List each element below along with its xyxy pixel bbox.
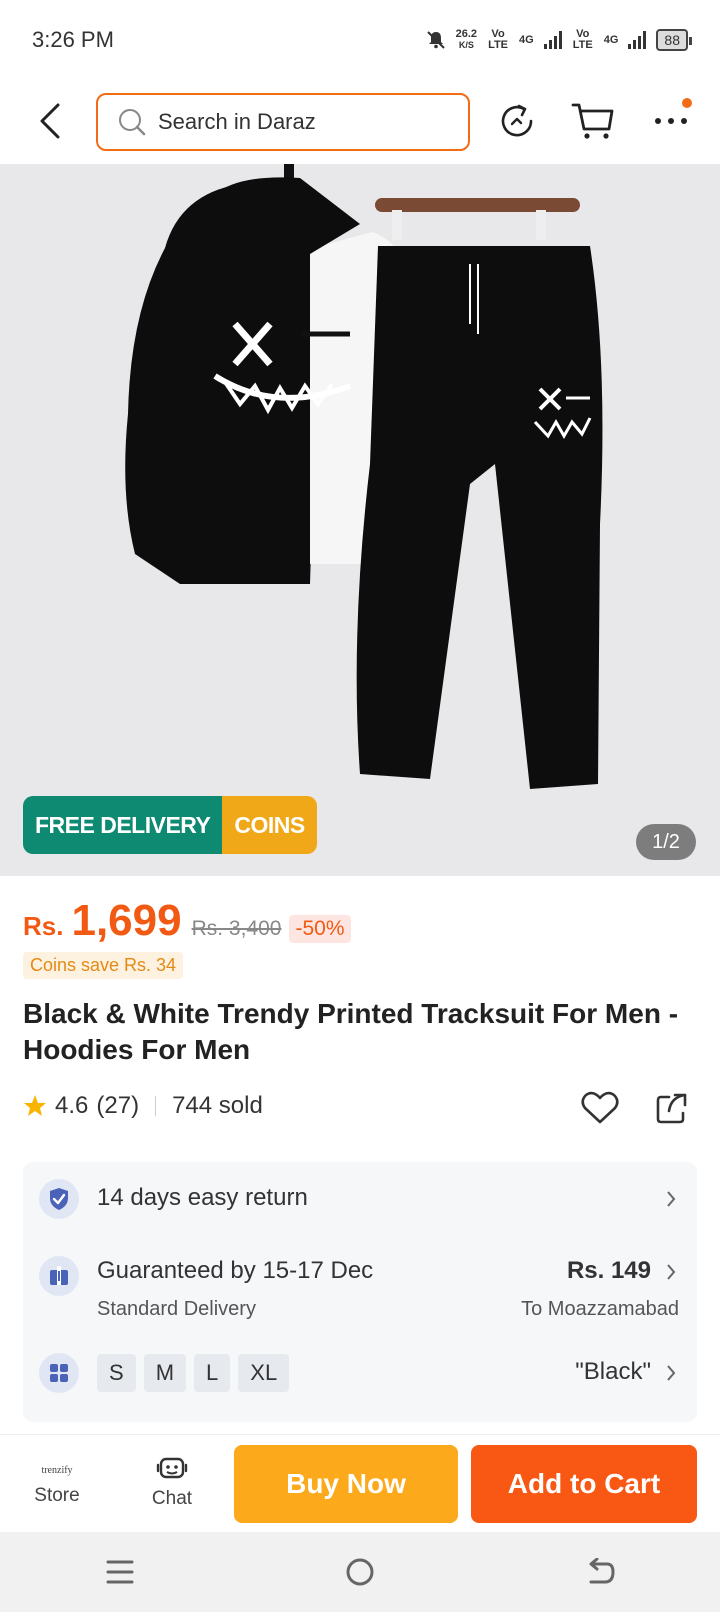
status-icons: 26.2 K/S Vo LTE 4G Vo LTE 4G 88 — [426, 28, 692, 51]
cart-button[interactable] — [570, 98, 616, 144]
store-logo: trenzify — [41, 1464, 73, 1476]
grid-icon — [50, 1364, 68, 1382]
original-price: Rs. 3,400 — [191, 917, 282, 940]
signal-1-icon — [543, 31, 562, 49]
cart-icon — [571, 103, 614, 139]
bottom-action-bar: trenzify Store Chat Buy Now Add to Cart — [0, 1434, 720, 1532]
image-counter: 1/2 — [636, 824, 696, 860]
search-placeholder: Search in Daraz — [158, 109, 316, 134]
home-button[interactable] — [330, 1542, 390, 1602]
review-count: (27) — [96, 1092, 140, 1119]
shield-check-icon — [50, 1188, 68, 1210]
system-nav-bar — [0, 1532, 720, 1612]
return-text: 14 days easy return — [97, 1184, 308, 1211]
menu-icon — [106, 1560, 134, 1584]
chat-button[interactable]: Chat — [127, 1443, 217, 1523]
return-icon-circle — [39, 1179, 79, 1219]
selected-color: "Black" — [575, 1358, 651, 1385]
chevron-right-icon — [663, 1361, 679, 1385]
net-speed-value: 26.2 — [455, 28, 478, 40]
store-button[interactable]: trenzify Store — [12, 1443, 102, 1523]
size-option-xl[interactable]: XL — [238, 1354, 290, 1392]
refresh-button[interactable] — [494, 98, 540, 144]
size-options: S M L XL — [97, 1354, 290, 1392]
product-title: Black & White Trendy Printed Tracksuit F… — [23, 998, 679, 1065]
size-option-s[interactable]: S — [97, 1354, 136, 1392]
delivery-icon-circle — [39, 1256, 79, 1296]
share-icon — [656, 1093, 687, 1124]
coins-save-badge: Coins save Rs. 34 — [23, 952, 184, 979]
share-button[interactable] — [650, 1086, 694, 1130]
rating-value: 4.6 — [55, 1092, 89, 1119]
divider — [155, 1096, 157, 1116]
back-nav-icon — [589, 1558, 615, 1584]
delivery-method: Standard Delivery — [97, 1298, 256, 1320]
delivery-row[interactable]: Guaranteed by 15-17 Dec Standard Deliver… — [23, 1236, 697, 1336]
net-4g-1: 4G — [519, 34, 534, 46]
coins-badge: COINS — [222, 796, 317, 854]
signal-2-icon — [628, 31, 647, 49]
net-speed-unit: K/S — [458, 40, 474, 50]
search-input[interactable]: Search in Daraz — [96, 93, 470, 151]
home-circle-icon — [346, 1558, 374, 1586]
delivery-location: To Moazzamabad — [521, 1298, 679, 1320]
notification-dot — [682, 98, 692, 108]
size-option-m[interactable]: M — [143, 1354, 187, 1392]
recent-apps-button[interactable] — [90, 1542, 150, 1602]
back-button[interactable] — [30, 98, 70, 144]
star-icon — [24, 1095, 46, 1116]
rating-row[interactable]: 4.6 (27) 744 sold — [23, 1092, 263, 1120]
net-speed: 26.2 K/S — [456, 29, 477, 51]
sold-count: 744 sold — [172, 1092, 263, 1119]
store-label: Store — [34, 1485, 80, 1506]
chevron-right-icon — [663, 1260, 679, 1284]
back-nav-button[interactable] — [570, 1542, 630, 1602]
more-icon — [655, 118, 687, 124]
add-to-cart-button[interactable]: Add to Cart — [471, 1445, 697, 1523]
delivery-fee: Rs. 149 — [566, 1257, 651, 1284]
package-icon — [50, 1266, 68, 1285]
price-currency: Rs. — [23, 911, 64, 941]
discount-badge: -50% — [289, 915, 351, 943]
more-button[interactable] — [648, 98, 694, 144]
delivery-text: Guaranteed by 15-17 Dec — [97, 1257, 374, 1284]
battery-indicator: 88 — [656, 29, 692, 51]
status-time: 3:26 PM — [32, 27, 114, 52]
back-arrow-icon — [40, 103, 60, 139]
mute-bell-icon — [426, 31, 445, 49]
heart-icon — [581, 1091, 619, 1124]
return-policy-row[interactable]: 14 days easy return — [23, 1162, 697, 1236]
variant-icon-circle — [39, 1353, 79, 1393]
product-image[interactable] — [0, 164, 720, 876]
buy-now-button[interactable]: Buy Now — [234, 1445, 458, 1523]
chat-label: Chat — [151, 1488, 193, 1509]
price-value: 1,699 — [71, 896, 182, 945]
search-icon — [119, 109, 146, 136]
chat-icon — [156, 1457, 188, 1479]
refresh-icon — [501, 104, 533, 137]
tracksuit-illustration — [125, 164, 603, 789]
service-info-card: 14 days easy return Guaranteed by 15-17 … — [23, 1162, 697, 1422]
volte-2: Vo LTE — [572, 28, 593, 51]
status-bar: 3:26 PM 26.2 K/S Vo LTE 4G Vo LTE 4G 88 — [0, 0, 720, 80]
promo-badge: FREE DELIVERY COINS — [23, 796, 317, 854]
volte-1: Vo LTE — [488, 28, 509, 51]
size-option-l[interactable]: L — [194, 1354, 231, 1392]
variant-row[interactable]: S M L XL "Black" — [23, 1336, 697, 1410]
wishlist-button[interactable] — [578, 1086, 622, 1130]
free-delivery-badge: FREE DELIVERY — [23, 796, 223, 854]
net-4g-2: 4G — [603, 34, 619, 46]
top-header: Search in Daraz — [0, 80, 720, 164]
price-row: Rs. 1,699 Rs. 3,400 -50% — [23, 896, 351, 946]
chevron-right-icon — [663, 1187, 679, 1211]
